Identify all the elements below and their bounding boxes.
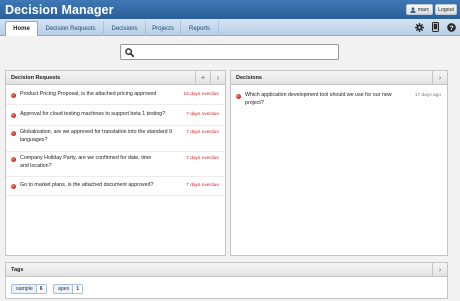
tag-apex[interactable]: apex 1 <box>53 284 84 294</box>
view-all-requests-button[interactable]: › <box>210 71 225 84</box>
add-request-button[interactable]: + <box>195 71 210 84</box>
tag-name: apex <box>58 286 70 292</box>
gear-icon[interactable] <box>413 21 425 33</box>
overdue-status: 7 days overdue <box>186 156 219 161</box>
tab-home[interactable]: Home <box>5 21 38 36</box>
list-item[interactable]: Company Holiday Party, are we confirmed … <box>6 152 225 177</box>
user-icon <box>410 6 416 13</box>
panel-title: Decisions <box>236 75 262 81</box>
tag-name: sample <box>16 286 33 292</box>
tag-sample[interactable]: sample 6 <box>11 284 47 294</box>
list-item[interactable]: Globalization, are we approved for trans… <box>6 126 225 152</box>
overdue-status: 7 days overdue <box>186 112 219 117</box>
panel-title: Tags <box>11 267 24 273</box>
status-dot <box>11 184 16 189</box>
status-dot <box>11 93 16 98</box>
plus-icon: + <box>200 73 206 82</box>
request-text: Approval for cloud testing machines to s… <box>20 111 166 117</box>
overdue-status: 16 days overdue <box>183 92 219 97</box>
tab-decision-requests[interactable]: Decision Requests <box>38 21 104 36</box>
panel-header: Decision Requests + › <box>6 71 225 85</box>
tab-decisions[interactable]: Decisions <box>104 21 146 36</box>
status-dot <box>236 94 241 99</box>
overdue-status: 7 days overdue <box>186 183 219 188</box>
view-all-tags-button[interactable]: › <box>432 263 447 276</box>
user-name: marc <box>417 6 430 13</box>
help-icon[interactable]: ? <box>445 21 457 33</box>
panel-title: Decision Requests <box>11 75 61 81</box>
app-title: Decision Manager <box>5 3 114 17</box>
user-menu-button[interactable]: marc <box>406 4 433 15</box>
request-text: Globalization, are we approved for trans… <box>20 129 172 143</box>
decision-text: Which application development tool shoul… <box>245 92 392 106</box>
list-item[interactable]: Product Pricing Proposal, is the attache… <box>6 86 225 105</box>
tag-count: 1 <box>72 285 83 293</box>
logout-button[interactable]: Logout <box>435 4 457 15</box>
svg-text:?: ? <box>449 25 453 32</box>
search-icon <box>125 48 134 57</box>
request-text: Go to market plans, is the attached docu… <box>20 182 154 188</box>
phone-icon[interactable] <box>429 21 441 33</box>
list-item[interactable]: Approval for cloud testing machines to s… <box>6 105 225 126</box>
tab-reports[interactable]: Reports <box>181 21 219 36</box>
chevron-right-icon: › <box>438 73 442 82</box>
request-text: Product Pricing Proposal, is the attache… <box>20 91 157 97</box>
tab-projects[interactable]: Projects <box>146 21 181 36</box>
request-text: Company Holiday Party, are we confirmed … <box>20 155 152 169</box>
overdue-status: 7 days overdue <box>186 130 219 135</box>
list-item[interactable]: Go to market plans, is the attached docu… <box>6 177 225 196</box>
list-item[interactable]: Which application development tool shoul… <box>231 86 447 112</box>
chevron-right-icon: › <box>438 265 442 274</box>
decision-age: 17 days ago <box>414 93 441 98</box>
panel-header: Tags › <box>6 263 447 277</box>
chevron-right-icon: › <box>216 73 220 82</box>
decision-requests-panel: Decision Requests + › Product Pricing Pr… <box>5 70 226 256</box>
view-all-decisions-button[interactable]: › <box>432 71 447 84</box>
status-dot <box>11 113 16 118</box>
panel-header: Decisions › <box>231 71 447 85</box>
status-dot <box>11 157 16 162</box>
decisions-panel: Decisions › Which application developmen… <box>230 70 448 256</box>
tag-count: 6 <box>35 285 46 293</box>
search-input[interactable] <box>120 44 339 60</box>
tab-bar: Home Decision Requests Decisions Project… <box>0 19 460 36</box>
top-bar: Decision Manager marc Logout <box>0 0 460 19</box>
status-dot <box>11 131 16 136</box>
